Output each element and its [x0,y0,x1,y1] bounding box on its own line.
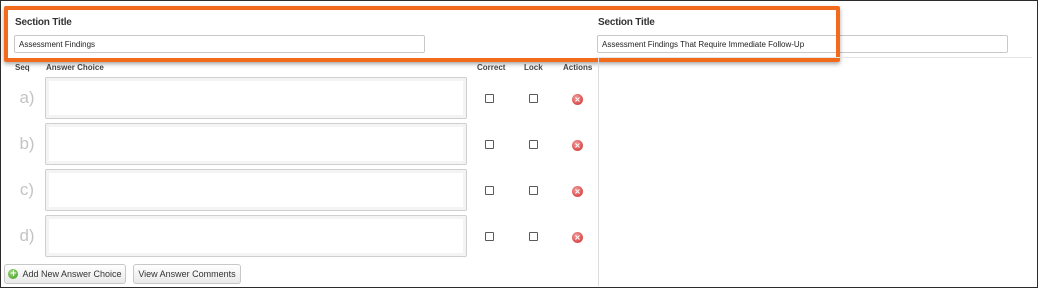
header-actions: Actions [563,63,593,72]
correct-checkbox[interactable] [485,232,494,241]
lock-checkbox[interactable] [529,232,538,241]
header-correct: Correct [477,63,506,72]
answer-choice-field[interactable] [45,123,467,165]
divider-line [596,57,1032,58]
column-divider [598,58,599,286]
correct-checkbox[interactable] [485,94,494,103]
add-answer-choice-button[interactable]: + Add New Answer Choice [4,264,126,284]
header-answer-choice: Answer Choice [46,63,104,72]
row-seq-label: d) [19,226,35,245]
add-answer-choice-label: Add New Answer Choice [22,269,122,279]
view-answer-comments-button[interactable]: View Answer Comments [133,264,241,284]
section-title-label-2: Section Title [598,17,655,28]
header-lock: Lock [524,63,543,72]
row-seq-label: b) [19,134,35,153]
view-answer-comments-label: View Answer Comments [138,269,236,279]
delete-circle-icon[interactable]: × [572,232,583,243]
answer-choice-field[interactable] [45,169,467,211]
delete-circle-icon[interactable]: × [572,186,583,197]
delete-circle-icon[interactable]: × [572,140,583,151]
lock-checkbox[interactable] [529,94,538,103]
correct-checkbox[interactable] [485,186,494,195]
section-title-label-1: Section Title [15,17,72,28]
section-title-input-1[interactable] [14,35,425,53]
lock-checkbox[interactable] [529,140,538,149]
plus-circle-icon: + [8,269,19,279]
header-seq: Seq [15,63,30,72]
section-title-input-2[interactable] [597,35,1008,53]
answer-choice-field[interactable] [45,215,467,257]
answer-choice-field[interactable] [45,77,467,119]
delete-circle-icon[interactable]: × [572,94,583,105]
row-seq-label: c) [19,180,35,199]
row-seq-label: a) [19,88,35,107]
correct-checkbox[interactable] [485,140,494,149]
lock-checkbox[interactable] [529,186,538,195]
